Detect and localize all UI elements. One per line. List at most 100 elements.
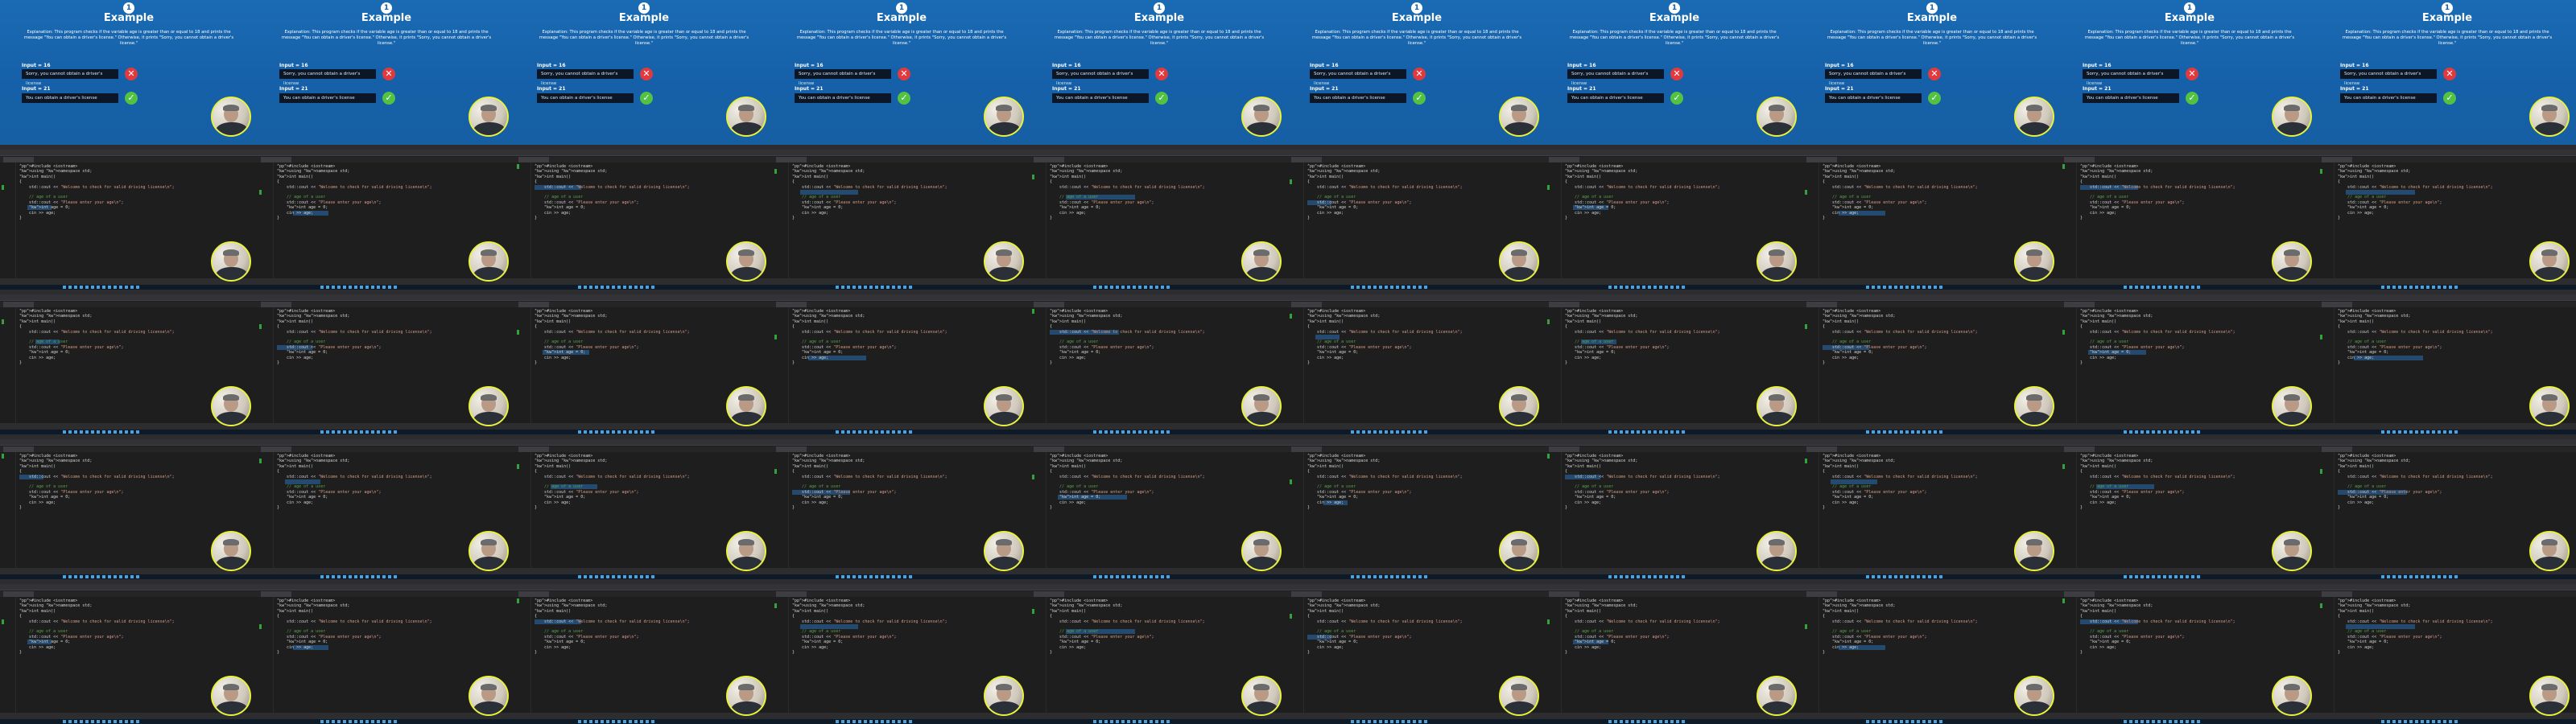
taskbar-app-icon[interactable] — [1670, 720, 1674, 723]
taskbar-app-icon[interactable] — [1659, 286, 1662, 289]
taskbar-app-icon[interactable] — [320, 575, 324, 578]
taskbar-app-icon[interactable] — [1402, 430, 1405, 434]
taskbar-app-icon[interactable] — [1356, 575, 1360, 578]
taskbar-app-icon[interactable] — [130, 575, 134, 578]
taskbar-app-icon[interactable] — [875, 575, 878, 578]
taskbar-app-icon[interactable] — [1144, 286, 1147, 289]
taskbar-app-icon[interactable] — [360, 575, 363, 578]
taskbar-app-icon[interactable] — [119, 430, 122, 434]
taskbar-app-icon[interactable] — [97, 720, 100, 723]
taskbar-app-icon[interactable] — [1402, 575, 1405, 578]
taskbar-app-icon[interactable] — [2146, 575, 2149, 578]
taskbar-app-icon[interactable] — [1620, 720, 1623, 723]
code-line[interactable]: } — [1565, 216, 1798, 220]
taskbar-app-icon[interactable] — [875, 430, 878, 434]
taskbar-app-icon[interactable] — [2381, 286, 2384, 289]
taskbar-app-icon[interactable] — [2135, 720, 2138, 723]
taskbar-app-icon[interactable] — [1934, 430, 1937, 434]
taskbar-app-icon[interactable] — [91, 430, 94, 434]
taskbar-app-icon[interactable] — [881, 286, 884, 289]
taskbar-app-icon[interactable] — [1166, 720, 1170, 723]
taskbar-app-icon[interactable] — [1872, 286, 1875, 289]
windows-taskbar[interactable] — [1030, 719, 1288, 724]
taskbar-app-icon[interactable] — [136, 286, 139, 289]
editor-tabs[interactable] — [1546, 591, 1803, 597]
taskbar-app-icon[interactable] — [394, 286, 397, 289]
tab-source-file[interactable] — [3, 446, 34, 452]
taskbar-app-icon[interactable] — [394, 575, 397, 578]
taskbar-app-icon[interactable] — [892, 720, 895, 723]
taskbar-app-icon[interactable] — [1373, 430, 1377, 434]
taskbar-app-icon[interactable] — [1905, 720, 1909, 723]
taskbar-app-icon[interactable] — [852, 286, 856, 289]
taskbar-app-icon[interactable] — [1138, 286, 1141, 289]
taskbar-app-icon[interactable] — [337, 286, 341, 289]
taskbar-app-icon[interactable] — [1110, 430, 1113, 434]
taskbar-app-icon[interactable] — [1648, 575, 1651, 578]
taskbar-app-icon[interactable] — [2124, 430, 2127, 434]
code-line[interactable]: } — [2080, 360, 2314, 365]
taskbar-app-icon[interactable] — [1682, 720, 1685, 723]
toolbar[interactable] — [515, 150, 773, 156]
editor-tabs[interactable] — [1288, 591, 1546, 597]
taskbar-app-icon[interactable] — [343, 720, 346, 723]
taskbar-app-icon[interactable] — [2197, 720, 2200, 723]
taskbar-app-icon[interactable] — [1099, 430, 1102, 434]
taskbar-app-icon[interactable] — [74, 430, 77, 434]
taskbar-app-icon[interactable] — [2409, 430, 2413, 434]
taskbar-app-icon[interactable] — [354, 720, 357, 723]
taskbar-app-icon[interactable] — [388, 720, 391, 723]
taskbar-app-icon[interactable] — [595, 286, 598, 289]
taskbar-app-icon[interactable] — [2454, 286, 2458, 289]
taskbar-app-icon[interactable] — [68, 575, 72, 578]
taskbar-app-icon[interactable] — [365, 720, 369, 723]
tab-source-file[interactable] — [1549, 591, 1579, 597]
tab-source-file[interactable] — [2064, 302, 2095, 307]
toolbar[interactable] — [2061, 150, 2318, 156]
taskbar-app-icon[interactable] — [1424, 430, 1427, 434]
taskbar-app-icon[interactable] — [1093, 286, 1096, 289]
tab-source-file[interactable] — [3, 302, 34, 307]
taskbar-app-icon[interactable] — [1362, 575, 1365, 578]
taskbar-app-icon[interactable] — [354, 286, 357, 289]
taskbar-app-icon[interactable] — [651, 286, 654, 289]
code-line[interactable]: } — [1823, 360, 2056, 365]
taskbar-app-icon[interactable] — [2415, 575, 2418, 578]
taskbar-app-icon[interactable] — [646, 575, 649, 578]
taskbar-app-icon[interactable] — [1385, 575, 1388, 578]
taskbar-app-icon[interactable] — [85, 720, 89, 723]
taskbar-app-icon[interactable] — [892, 430, 895, 434]
taskbar-app-icon[interactable] — [1396, 575, 1399, 578]
taskbar-app-icon[interactable] — [1413, 720, 1416, 723]
tab-source-file[interactable] — [776, 157, 807, 162]
editor-tabs[interactable] — [1546, 157, 1803, 162]
taskbar-app-icon[interactable] — [578, 286, 581, 289]
taskbar-app-icon[interactable] — [2454, 430, 2458, 434]
taskbar-app-icon[interactable] — [2191, 720, 2194, 723]
code-line[interactable]: } — [19, 360, 253, 365]
taskbar-app-icon[interactable] — [1368, 575, 1371, 578]
toolbar[interactable] — [1288, 150, 1546, 156]
taskbar-app-icon[interactable] — [886, 575, 890, 578]
taskbar-app-icon[interactable] — [869, 430, 873, 434]
toolbar[interactable] — [2318, 150, 2576, 156]
taskbar-app-icon[interactable] — [595, 720, 598, 723]
taskbar-app-icon[interactable] — [1653, 575, 1657, 578]
toolbar[interactable] — [2318, 584, 2576, 590]
taskbar-app-icon[interactable] — [1608, 575, 1612, 578]
taskbar-app-icon[interactable] — [1166, 286, 1170, 289]
taskbar-app-icon[interactable] — [326, 720, 329, 723]
taskbar-app-icon[interactable] — [108, 286, 111, 289]
taskbar-app-icon[interactable] — [349, 575, 352, 578]
taskbar-app-icon[interactable] — [1093, 430, 1096, 434]
taskbar-app-icon[interactable] — [2129, 430, 2132, 434]
taskbar-app-icon[interactable] — [1110, 286, 1113, 289]
taskbar-app-icon[interactable] — [1676, 720, 1679, 723]
taskbar-app-icon[interactable] — [1659, 575, 1662, 578]
taskbar-app-icon[interactable] — [1121, 430, 1125, 434]
tab-source-file[interactable] — [2322, 446, 2352, 452]
code-line[interactable]: } — [19, 505, 253, 510]
windows-taskbar[interactable] — [258, 719, 515, 724]
taskbar-app-icon[interactable] — [1917, 575, 1920, 578]
taskbar-app-icon[interactable] — [1894, 286, 1897, 289]
